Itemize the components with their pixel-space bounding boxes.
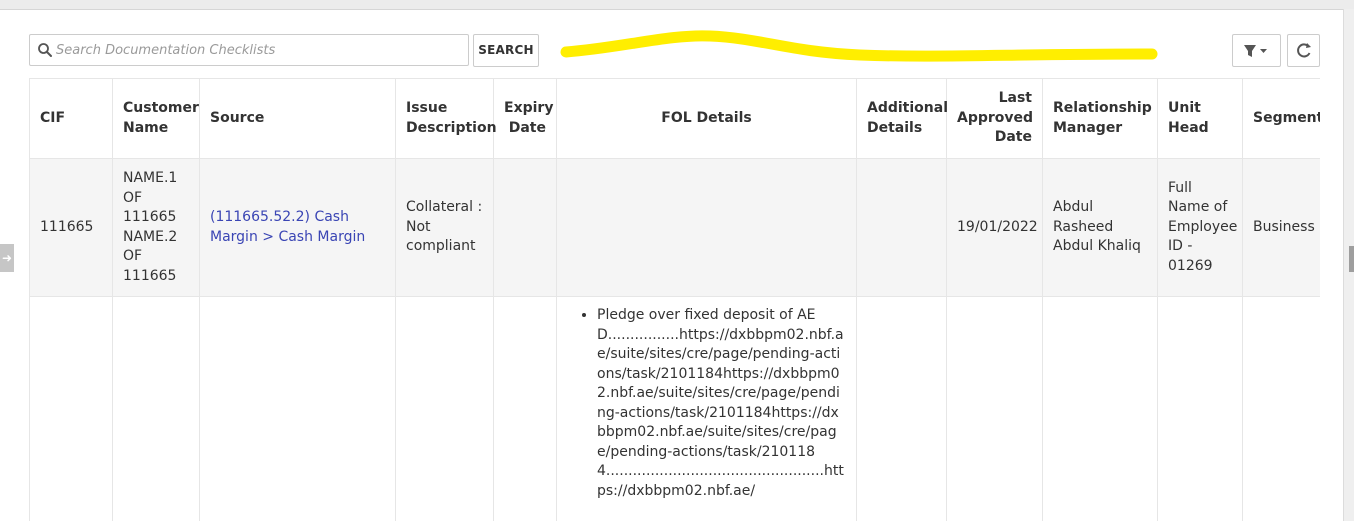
cell-cif (29, 296, 113, 521)
refresh-icon (1297, 43, 1311, 58)
cell-issue-description (395, 296, 494, 521)
cell-unit-head: Full Name of Employee ID - 01269 (1157, 158, 1243, 297)
column-header-cif[interactable]: CIF (29, 78, 113, 159)
side-panel-toggle[interactable]: ➜ (0, 244, 14, 272)
column-header-last-approved-date[interactable]: Last Approved Date (946, 78, 1043, 159)
column-header-unit-head[interactable]: Unit Head (1157, 78, 1243, 159)
search-field[interactable] (29, 34, 469, 66)
cell-fol-details (556, 158, 857, 297)
cell-segment: Business Banking - NE (1242, 158, 1320, 297)
cell-additional-details (856, 296, 947, 521)
column-header-segment[interactable]: Segment (1242, 78, 1320, 159)
documentation-checklist-table: CIF Customer Name Source Issue Descripti… (29, 78, 1320, 521)
search-button[interactable]: SEARCH (473, 34, 539, 67)
cell-additional-details (856, 158, 947, 297)
search-input[interactable] (56, 35, 466, 65)
column-header-customer-name[interactable]: Customer Name (112, 78, 200, 159)
checklist-table: CIF Customer Name Source Issue Descripti… (29, 78, 1320, 521)
cell-expiry-date (493, 296, 557, 521)
cell-source (199, 296, 396, 521)
top-bar (0, 0, 1354, 10)
cell-segment (1242, 296, 1320, 521)
filter-dropdown-button[interactable] (1232, 34, 1281, 67)
column-header-issue-description[interactable]: Issue Description (395, 78, 497, 159)
cell-customer-name (112, 296, 200, 521)
highlight-marker-annotation (560, 30, 1158, 62)
scrollbar-thumb[interactable] (1349, 246, 1354, 272)
column-header-fol-details[interactable]: FOL Details (556, 78, 857, 159)
cell-expiry-date (493, 158, 557, 297)
cell-source: (111665.52.2) Cash Margin > Cash Margin (199, 158, 396, 297)
column-header-additional-details[interactable]: Additional Details (856, 78, 948, 159)
cell-last-approved-date (946, 296, 1043, 521)
column-header-relationship-manager[interactable]: Relationship Manager (1042, 78, 1158, 159)
source-link[interactable]: (111665.52.2) Cash Margin > Cash Margin (210, 209, 365, 245)
fol-details-list: Pledge over fixed deposit of AED........… (567, 306, 846, 501)
fol-details-item: Pledge over fixed deposit of AED........… (597, 306, 846, 501)
cell-customer-name: NAME.1 OF 111665 NAME.2 OF 111665 (112, 158, 200, 297)
cell-fol-details: Pledge over fixed deposit of AED........… (556, 296, 857, 521)
cell-last-approved-date: 19/01/2022 (946, 158, 1043, 297)
cell-cif: 111665 (29, 158, 113, 297)
refresh-button[interactable] (1287, 34, 1320, 67)
cell-issue-description: Collateral : Not compliant (395, 158, 494, 297)
cell-unit-head (1157, 296, 1243, 521)
cell-relationship-manager (1042, 296, 1158, 521)
search-icon (38, 43, 52, 57)
column-header-expiry-date[interactable]: Expiry Date (493, 78, 557, 159)
column-header-source[interactable]: Source (199, 78, 396, 159)
cell-relationship-manager: Abdul Rasheed Abdul Khaliq (1042, 158, 1158, 297)
arrow-right-icon: ➜ (1, 251, 13, 265)
table-header-row: CIF Customer Name Source Issue Descripti… (29, 78, 1320, 159)
table-row[interactable]: 111665 NAME.1 OF 111665 NAME.2 OF 111665… (29, 158, 1320, 297)
filter-icon (1244, 45, 1267, 57)
table-row[interactable]: Pledge over fixed deposit of AED........… (29, 296, 1320, 521)
